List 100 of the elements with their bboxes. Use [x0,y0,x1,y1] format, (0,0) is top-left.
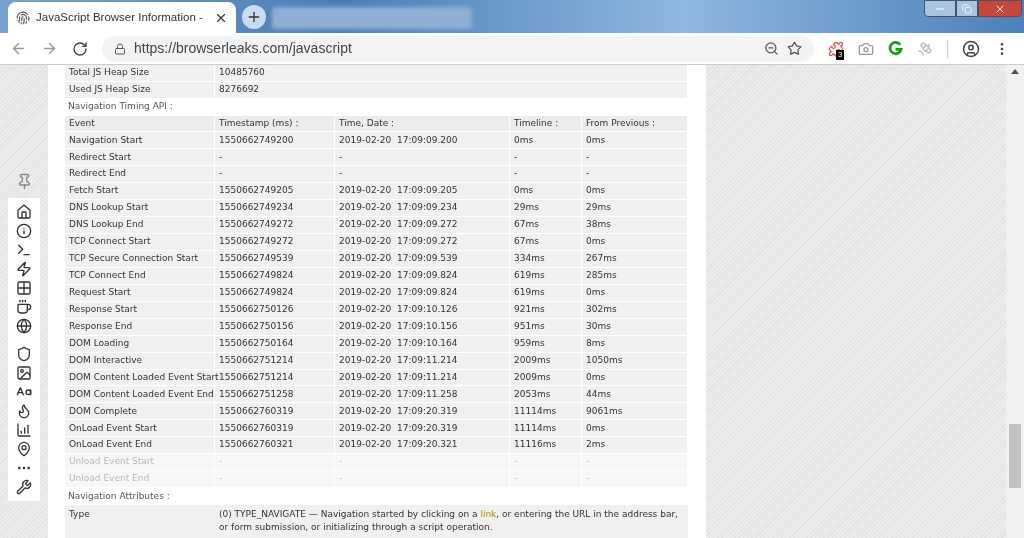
table-cell: - [215,454,335,471]
table-cell: - [215,166,335,183]
bar-chart-icon[interactable] [16,422,32,438]
home-icon[interactable] [16,204,32,220]
table-cell: - [582,454,688,471]
table-cell: - [582,149,688,166]
column-header: Event [65,115,215,132]
table-cell: 67ms [510,217,582,233]
table-cell: 11114ms [510,420,582,437]
browser-tab[interactable]: JavaScript Browser Information - [8,2,236,33]
table-cell: - [215,149,335,166]
table-cell: 29ms [510,200,582,217]
column-header: From Previous : [582,115,688,132]
table-cell: - [510,149,582,166]
table-cell: - [582,471,688,488]
table-cell: DNS Lookup End [65,217,215,233]
table-cell: DOM Loading [65,335,215,352]
table-cell: 2019-02-20 17:09:20.319 [335,420,510,437]
lock-icon [114,42,126,55]
table-cell: Fetch Start [65,183,215,200]
star-icon[interactable] [787,41,802,56]
profile-icon[interactable] [962,39,980,58]
table-cell: 1550662751214 [215,352,335,369]
extension-icon[interactable] [828,40,844,57]
table-cell: 951ms [510,318,582,335]
table-cell: 1550662749234 [215,200,335,217]
letter-logo-icon[interactable] [888,41,903,56]
table-cell: Response Start [65,301,215,318]
table-cell: 2019-02-20 17:09:10.156 [335,318,510,335]
minimize-button[interactable] [924,0,956,17]
table-cell: 1550662749272 [215,217,335,233]
column-header: Time, Date : [335,115,510,132]
table-cell: 1550662749272 [215,234,335,250]
flame-icon[interactable] [16,403,32,419]
column-header: Timeline : [510,115,582,132]
table-cell: 38ms [582,217,688,233]
column-header: Timestamp (ms) : [215,115,335,132]
table-cell: 0ms [510,132,582,149]
table-cell: OnLoad Event Start [65,420,215,437]
notification-badge: 3 [836,49,845,60]
table-cell: 2019-02-20 17:09:09.824 [335,267,510,284]
table-cell: - [510,166,582,183]
map-pin-icon[interactable] [16,441,32,457]
globe-icon[interactable] [16,318,32,334]
table-cell: Redirect End [65,166,215,183]
coffee-icon[interactable] [16,299,32,315]
windows-icon[interactable] [16,280,32,296]
scroll-up-icon[interactable] [1011,69,1019,74]
table-cell: Redirect Start [65,149,215,166]
shield-icon[interactable] [16,346,32,362]
table-cell: Request Start [65,284,215,301]
address-bar[interactable]: https://browserleaks.com/javascript [102,35,814,62]
zoom-out-icon[interactable] [764,41,779,56]
table-cell: 29ms [582,200,688,217]
table-cell: TCP Secure Connection Start [65,250,215,267]
table-cell: OnLoad Event End [65,437,215,454]
table-cell: 30ms [582,318,688,335]
table-cell: DOM Interactive [65,352,215,369]
table-cell: 1550662751258 [215,386,335,403]
tools-icon[interactable] [16,479,32,495]
table-cell: 8ms [582,335,688,352]
scrollbar[interactable] [1006,65,1024,538]
table-cell: 1550662749200 [215,132,335,149]
table-cell: DNS Lookup Start [65,200,215,217]
table-cell: 1550662750164 [215,335,335,352]
table-cell: 267ms [582,250,688,267]
lightning-icon[interactable] [16,261,32,277]
table-cell: 2019-02-20 17:09:09.539 [335,250,510,267]
table-cell: 2019-02-20 17:09:10.126 [335,301,510,318]
reload-icon[interactable] [72,40,88,57]
table-cell: 2ms [582,437,688,454]
restore-button[interactable] [956,0,978,17]
new-tab-button[interactable] [242,5,266,29]
table-cell: 2009ms [510,352,582,369]
table-cell: 2019-02-20 17:09:11.258 [335,386,510,403]
table-cell: - [510,454,582,471]
camera-icon[interactable] [858,40,874,57]
image-icon[interactable] [16,365,32,381]
restore-icon [962,3,972,14]
table-cell: - [215,471,335,488]
table-cell: DOM Content Loaded Event End [65,386,215,403]
table-cell: Unload Event End [65,471,215,488]
table-cell: 0ms [582,284,688,301]
table-cell: - [510,471,582,488]
table-cell: 1550662749824 [215,267,335,284]
table-cell: - [335,166,510,183]
fingerprint-icon [16,10,30,25]
scrollbar-thumb[interactable] [1009,424,1021,488]
terminal-icon[interactable] [16,242,32,258]
table-cell: TCP Connect End [65,267,215,284]
table-cell: 619ms [510,284,582,301]
table-cell: DOM Complete [65,403,215,420]
plus-icon [246,9,262,25]
info-icon[interactable] [16,223,32,239]
forward-arrow-icon[interactable] [41,40,58,57]
table-cell: 0ms [582,234,688,250]
table-cell: 2019-02-20 17:09:11.214 [335,369,510,386]
table-cell: 334ms [510,250,582,267]
table-cell: 1050ms [582,352,688,369]
table-cell: 44ms [582,386,688,403]
